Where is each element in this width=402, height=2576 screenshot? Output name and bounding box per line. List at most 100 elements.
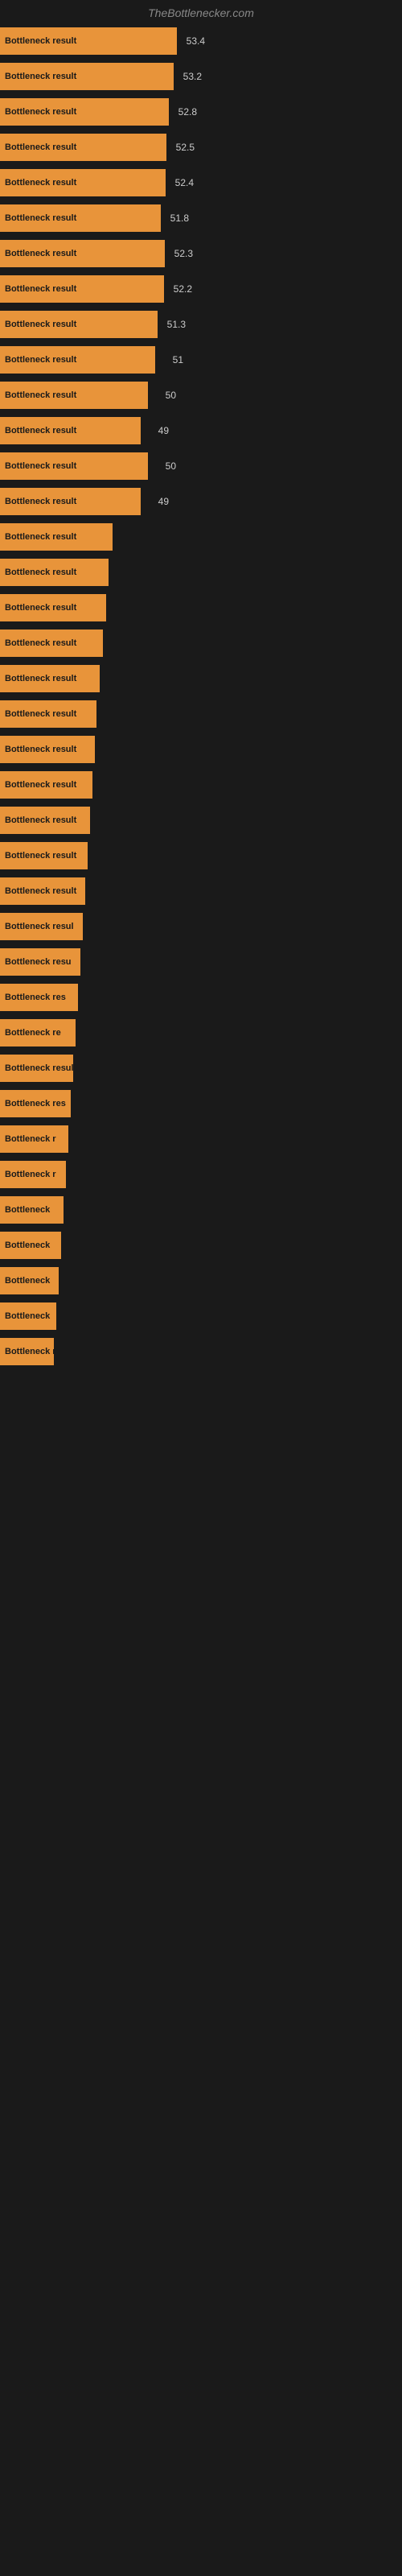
bar-row: Bottleneck res [0,1087,402,1121]
bar-label: Bottleneck result [5,532,76,542]
bar-value: 52.4 [175,177,194,188]
bar-row: Bottleneck result [0,733,402,766]
bar-fill: Bottleneck [0,1196,64,1224]
bar-row: Bottleneck res [0,980,402,1014]
bar-row: Bottleneck resul [0,910,402,943]
bar-value: 50 [166,390,176,401]
bar-label: Bottleneck resu [5,957,72,967]
bar-value: 51 [173,354,183,365]
bar-label: Bottleneck result [5,886,76,896]
bar-label: Bottleneck result [5,780,76,790]
bar-label: Bottleneck r [5,1347,56,1356]
bar-row: Bottleneck result [0,555,402,589]
bar-label: Bottleneck result [5,461,76,471]
bar-label: Bottleneck result [5,142,76,152]
bar-fill: Bottleneck result [0,771,92,799]
bar-row: Bottleneck result [0,803,402,837]
bar-row: Bottleneck result49 [0,485,402,518]
bar-row: Bottleneck result51.8 [0,201,402,235]
bar-row: Bottleneck r [0,1335,402,1368]
bar-row: Bottleneck re [0,1016,402,1050]
bar-fill: Bottleneck result [0,523,113,551]
bar-value: 53.2 [183,71,202,82]
bar-row: Bottleneck result 49 [0,414,402,448]
bar-label: Bottleneck result [5,426,76,436]
bar-fill: Bottleneck [0,1267,59,1294]
bar-label: Bottleneck [5,1276,50,1286]
bar-value: 52.3 [174,248,193,259]
bar-label: Bottleneck resul [5,922,74,931]
bar-row: Bottleneck r [0,1122,402,1156]
bar-value: 53.4 [187,35,205,47]
bar-fill: Bottleneck r [0,1161,66,1188]
bar-fill: Bottleneck result52.4 [0,169,166,196]
bar-fill: Bottleneck result [0,594,106,621]
bar-fill: Bottleneck resul [0,913,83,940]
bar-value: 52.5 [176,142,195,153]
bars-container: Bottleneck result53.4Bottleneck result53… [0,24,402,1370]
bar-fill: Bottleneck res [0,984,78,1011]
bar-value: 51.3 [167,319,186,330]
bar-row: Bottleneck result52.3 [0,237,402,270]
bar-fill: Bottleneck result52.5 [0,134,166,161]
bar-label: Bottleneck result [5,815,76,825]
bar-row: Bottleneck result53.2 [0,60,402,93]
bar-row: Bottleneck result [0,591,402,625]
bar-label: Bottleneck result [5,355,76,365]
bar-fill: Bottleneck result [0,630,103,657]
bar-label: Bottleneck result [5,107,76,117]
bar-label: Bottleneck result [5,36,76,46]
bar-row: Bottleneck result 53.4 [0,24,402,58]
bar-row: Bottleneck result [0,839,402,873]
bar-fill: Bottleneck resu [0,948,80,976]
bar-label: Bottleneck r [5,1134,56,1144]
bar-row: Bottleneck result [0,662,402,696]
bar-value: 50 [166,460,176,472]
bar-fill: Bottleneck result [0,1055,73,1082]
bar-row: Bottleneck resu [0,945,402,979]
bar-label: Bottleneck result [5,603,76,613]
bar-fill: Bottleneck result [0,877,85,905]
bar-fill: Bottleneck result [0,807,90,834]
bar-row: Bottleneck result 51.3 [0,308,402,341]
page-header: TheBottlenecker.com [0,0,402,24]
bar-fill: Bottleneck result [0,559,109,586]
bar-fill: Bottleneck re [0,1019,76,1046]
bar-fill: Bottleneck result51.8 [0,204,161,232]
bar-row: Bottleneck result [0,626,402,660]
bar-row: Bottleneck result 51 [0,343,402,377]
bar-label: Bottleneck result [5,390,76,400]
bar-row: Bottleneck result 50 [0,378,402,412]
bar-fill: Bottleneck r [0,1338,54,1365]
bar-fill: Bottleneck result52.3 [0,240,165,267]
bar-label: Bottleneck result [5,284,76,294]
bar-value: 52.8 [178,106,197,118]
bar-label: Bottleneck [5,1241,50,1250]
bar-row: Bottleneck result [0,1051,402,1085]
bar-fill: Bottleneck result53.4 [0,27,177,55]
bar-fill: Bottleneck r [0,1125,68,1153]
bar-value: 49 [158,496,169,507]
bar-fill: Bottleneck result49 [0,417,141,444]
bar-value: 52.2 [174,283,192,295]
bar-fill: Bottleneck result53.2 [0,63,174,90]
bar-label: Bottleneck r [5,1170,56,1179]
bar-row: Bottleneck result [0,697,402,731]
site-title: TheBottlenecker.com [148,6,254,19]
bar-value: 49 [158,425,169,436]
bar-row: Bottleneck result 52.8 [0,95,402,129]
bar-row: Bottleneck r [0,1158,402,1191]
bar-row: Bottleneck result 50 [0,449,402,483]
bar-fill: Bottleneck res [0,1090,71,1117]
bar-fill: Bottleneck result [0,736,95,763]
bar-label: Bottleneck result [5,851,76,861]
bar-row: Bottleneck result [0,768,402,802]
bar-row: Bottleneck [0,1228,402,1262]
bar-row: Bottleneck [0,1299,402,1333]
bar-label: Bottleneck result [5,320,76,329]
bar-fill: Bottleneck result [0,665,100,692]
bar-label: Bottleneck re [5,1028,61,1038]
bar-label: Bottleneck result [5,674,76,683]
bar-row: Bottleneck [0,1264,402,1298]
bar-fill: Bottleneck result50 [0,382,148,409]
